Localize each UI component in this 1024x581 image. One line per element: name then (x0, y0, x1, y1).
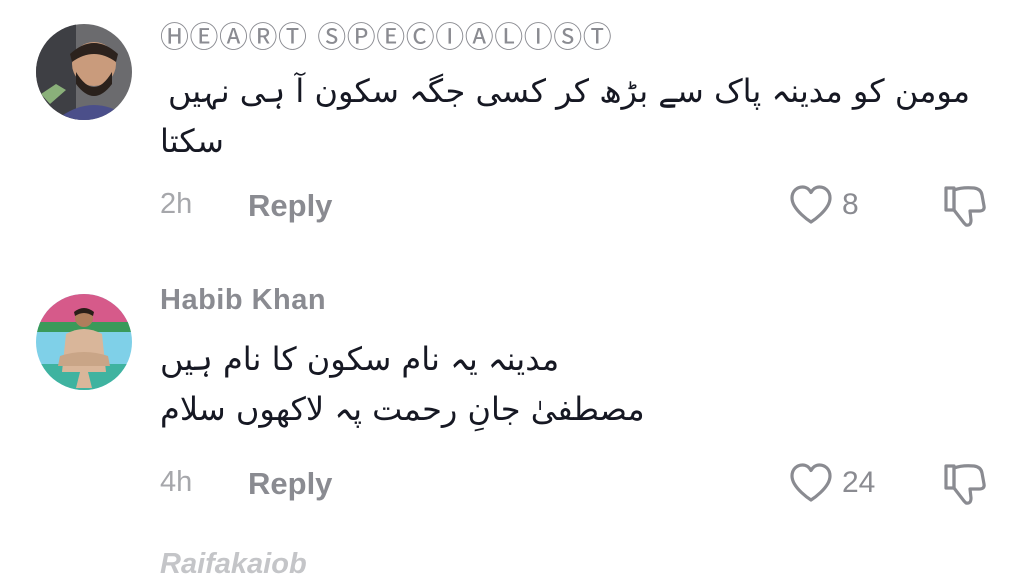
heart-outline-icon (790, 463, 832, 502)
avatar[interactable] (36, 24, 132, 120)
avatar[interactable] (36, 294, 132, 390)
comment-meta: 4h Reply 24 (160, 463, 1000, 510)
comment-text: مومن کو مدینہ پاک سے بڑھ کر کسی جگہ سکون… (160, 66, 970, 166)
username[interactable]: Raifakaiob (160, 548, 307, 581)
thumbs-down-outline-icon (944, 464, 986, 505)
like-count: 8 (842, 188, 859, 221)
username[interactable]: Habib Khan (160, 284, 326, 317)
username[interactable]: ⒽⒺⒶⓇⓉ ⓈⓅⒺⒸⒾⒶⓁⒾⓈⓉ (160, 14, 612, 56)
thumbs-down-outline-icon (944, 186, 986, 227)
heart-outline-icon (790, 185, 832, 224)
comment-text-line: مومن کو مدینہ پاک سے بڑھ کر کسی جگہ سکون… (167, 72, 970, 110)
like-button[interactable]: 24 (788, 462, 875, 504)
like-button[interactable]: 8 (788, 184, 859, 226)
comment-text-line: سکتا (160, 122, 224, 160)
comment-text: مدینہ یہ نام سکون کا نام ہیں مصطفیٰ جانِ… (160, 334, 970, 434)
comment-item: Habib Khan مدینہ یہ نام سکون کا نام ہیں … (0, 270, 1024, 520)
like-count: 24 (842, 466, 876, 499)
comment-text-line: مدینہ یہ نام سکون کا نام ہیں (160, 340, 560, 378)
reply-button[interactable]: Reply (248, 188, 332, 224)
timestamp: 4h (160, 466, 193, 498)
timestamp: 2h (160, 188, 193, 220)
reply-button[interactable]: Reply (248, 466, 332, 502)
comment-meta: 2h Reply 8 (160, 185, 1000, 232)
comment-item: ⒽⒺⒶⓇⓉ ⓈⓅⒺⒸⒾⒶⓁⒾⓈⓉ مومن کو مدینہ پاک سے بڑ… (0, 0, 1024, 250)
dislike-button[interactable] (940, 460, 988, 512)
comment-text-line: مصطفیٰ جانِ رحمت پہ لاکھوں سلام (160, 390, 645, 428)
dislike-button[interactable] (940, 182, 988, 234)
